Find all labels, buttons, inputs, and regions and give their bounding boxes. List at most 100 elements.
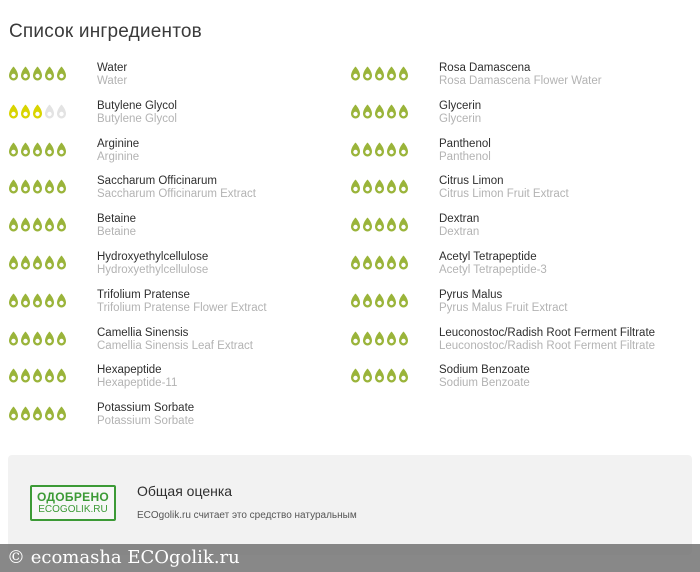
ingredient-name[interactable]: Arginine bbox=[97, 138, 139, 151]
ingredient-inci-name: Hydroxyethylcellulose bbox=[97, 263, 209, 276]
rating-drop-icon bbox=[351, 368, 360, 383]
safety-rating bbox=[8, 406, 67, 421]
ingredient-inci-name: Dextran bbox=[439, 226, 480, 239]
ingredient-name[interactable]: Hydroxyethylcellulose bbox=[97, 251, 208, 264]
ingredient-name[interactable]: Trifolium Pratense bbox=[97, 289, 267, 302]
rating-drop-icon bbox=[363, 293, 372, 308]
rating-drop-icon bbox=[363, 368, 372, 383]
rating-drop-icon bbox=[351, 142, 360, 157]
rating-drop-icon bbox=[351, 331, 360, 346]
ingredient-inci-name: Water bbox=[97, 75, 128, 87]
ingredient-row[interactable]: Glycerin Glycerin bbox=[350, 100, 690, 138]
ingredient-name[interactable]: Potassium Sorbate bbox=[97, 402, 194, 415]
safety-rating bbox=[8, 104, 67, 119]
rating-drop-icon bbox=[45, 66, 54, 81]
rating-drop-icon bbox=[363, 66, 372, 81]
ingredient-name[interactable]: Water bbox=[97, 62, 127, 75]
rating-drop-icon bbox=[375, 331, 384, 346]
rating-drop-icon bbox=[57, 217, 66, 232]
rating-drop-icon bbox=[375, 66, 384, 81]
rating-drop-icon bbox=[33, 331, 42, 346]
overall-rating-panel: ОДОБРЕНО ECOGOLIK.RU Общая оценка ECOgol… bbox=[8, 455, 692, 555]
rating-drop-icon bbox=[21, 179, 30, 194]
rating-drop-icon bbox=[363, 179, 372, 194]
ingredient-row[interactable]: Hydroxyethylcellulose Hydroxyethylcellulo… bbox=[8, 251, 348, 289]
safety-rating bbox=[350, 104, 409, 119]
ingredient-name[interactable]: Butylene Glycol bbox=[97, 100, 177, 113]
rating-drop-icon bbox=[387, 331, 396, 346]
rating-drop-icon bbox=[33, 104, 42, 119]
rating-drop-icon bbox=[57, 104, 66, 119]
rating-drop-icon bbox=[57, 179, 66, 194]
ingredient-row[interactable]: Camellia Sinensis Camellia Sinensis Leaf … bbox=[8, 327, 348, 365]
ingredient-name[interactable]: Sodium Benzoate bbox=[439, 364, 530, 377]
ingredient-inci-name: Pyrus Malus Fruit Extract bbox=[439, 301, 568, 314]
ingredient-inci-name: Arginine bbox=[97, 150, 140, 163]
rating-drop-icon bbox=[9, 255, 18, 270]
ingredient-name[interactable]: Rosa Damascena bbox=[439, 62, 602, 75]
ingredient-name[interactable]: Dextran bbox=[439, 213, 479, 226]
rating-drop-icon bbox=[9, 331, 18, 346]
ingredient-row[interactable]: Betaine Betaine bbox=[8, 213, 348, 251]
ingredient-inci-name: Acetyl Tetrapeptide-3 bbox=[439, 263, 547, 276]
ingredient-inci-name: Panthenol bbox=[439, 150, 491, 163]
rating-drop-icon bbox=[387, 179, 396, 194]
safety-rating bbox=[350, 179, 409, 194]
rating-drop-icon bbox=[33, 66, 42, 81]
ingredient-row[interactable]: Hexapeptide Hexapeptide-11 bbox=[8, 364, 348, 402]
rating-drop-icon bbox=[45, 104, 54, 119]
rating-drop-icon bbox=[57, 293, 66, 308]
ingredient-row[interactable]: Pyrus Malus Pyrus Malus Fruit Extract bbox=[350, 289, 690, 327]
ingredient-row[interactable]: Citrus Limon Citrus Limon Fruit Extract bbox=[350, 175, 690, 213]
ingredient-row[interactable]: Trifolium Pratense Trifolium Pratense Flo… bbox=[8, 289, 348, 327]
ingredient-name[interactable]: Saccharum Officinarum bbox=[97, 175, 256, 188]
rating-drop-icon bbox=[363, 331, 372, 346]
ingredient-name[interactable]: Glycerin bbox=[439, 100, 481, 113]
safety-rating bbox=[8, 255, 67, 270]
rating-drop-icon bbox=[21, 293, 30, 308]
ingredient-list-left: Water Water Butylene Glycol Butylene Glycol… bbox=[8, 62, 348, 440]
rating-drop-icon bbox=[9, 179, 18, 194]
ingredient-row[interactable]: Acetyl Tetrapeptide Acetyl Tetrapeptide-3 bbox=[350, 251, 690, 289]
ingredient-row[interactable]: Dextran Dextran bbox=[350, 213, 690, 251]
ingredient-row[interactable]: Sodium Benzoate Sodium Benzoate bbox=[350, 364, 690, 402]
rating-drop-icon bbox=[375, 104, 384, 119]
rating-drop-icon bbox=[45, 406, 54, 421]
rating-drop-icon bbox=[387, 104, 396, 119]
ingredient-inci-name: Citrus Limon Fruit Extract bbox=[439, 188, 569, 201]
safety-rating bbox=[8, 368, 67, 383]
ingredient-name[interactable]: Leuconostoc/Radish Root Ferment Filtrate bbox=[439, 327, 655, 340]
ingredient-name[interactable]: Citrus Limon bbox=[439, 175, 569, 188]
ingredient-row[interactable]: Rosa Damascena Rosa Damascena Flower Wate… bbox=[350, 62, 690, 100]
ingredient-name[interactable]: Betaine bbox=[97, 213, 136, 226]
rating-drop-icon bbox=[387, 293, 396, 308]
rating-drop-icon bbox=[45, 142, 54, 157]
ingredient-row[interactable]: Potassium Sorbate Potassium Sorbate bbox=[8, 402, 348, 440]
rating-drop-icon bbox=[21, 217, 30, 232]
ingredient-row[interactable]: Arginine Arginine bbox=[8, 138, 348, 176]
rating-drop-icon bbox=[399, 293, 408, 308]
ingredient-name[interactable]: Pyrus Malus bbox=[439, 289, 567, 302]
rating-drop-icon bbox=[363, 217, 372, 232]
safety-rating bbox=[8, 293, 67, 308]
safety-rating bbox=[350, 66, 409, 81]
ingredient-name[interactable]: Camellia Sinensis bbox=[97, 327, 253, 340]
ingredient-row[interactable]: Saccharum Officinarum Saccharum Officinar… bbox=[8, 175, 348, 213]
ingredient-name[interactable]: Hexapeptide bbox=[97, 364, 177, 377]
rating-drop-icon bbox=[9, 217, 18, 232]
ingredient-row[interactable]: Water Water bbox=[8, 62, 348, 100]
ingredient-inci-name: Potassium Sorbate bbox=[97, 415, 195, 428]
rating-drop-icon bbox=[375, 142, 384, 157]
ingredient-inci-name: Saccharum Officinarum Extract bbox=[97, 188, 256, 201]
ingredient-name[interactable]: Acetyl Tetrapeptide bbox=[439, 251, 547, 264]
rating-drop-icon bbox=[33, 293, 42, 308]
rating-drop-icon bbox=[21, 406, 30, 421]
ingredient-row[interactable]: Leuconostoc/Radish Root Ferment Filtrate… bbox=[350, 327, 690, 365]
ingredient-row[interactable]: Panthenol Panthenol bbox=[350, 138, 690, 176]
rating-drop-icon bbox=[399, 104, 408, 119]
rating-drop-icon bbox=[21, 368, 30, 383]
overall-rating-title: Общая оценка bbox=[137, 483, 233, 499]
ingredient-row[interactable]: Butylene Glycol Butylene Glycol bbox=[8, 100, 348, 138]
ingredient-name[interactable]: Panthenol bbox=[439, 138, 491, 151]
rating-drop-icon bbox=[9, 406, 18, 421]
